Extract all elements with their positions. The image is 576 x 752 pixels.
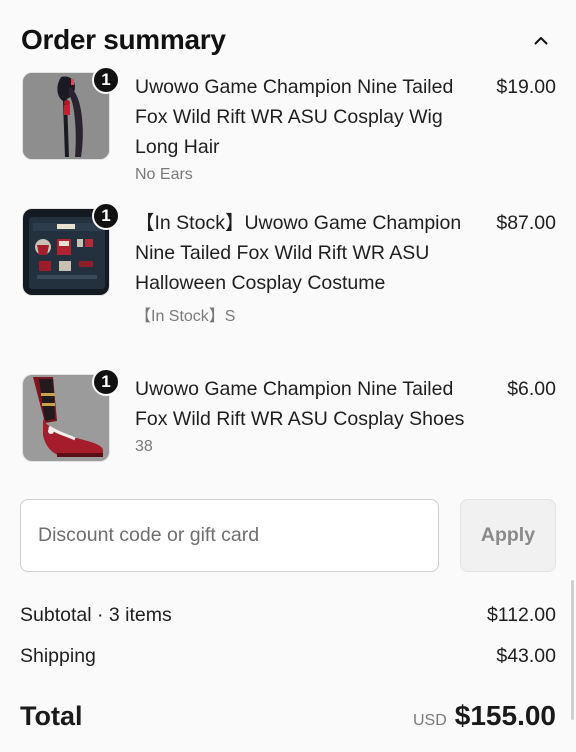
shipping-label: Shipping bbox=[20, 645, 96, 667]
total-value: $155.00 bbox=[454, 700, 556, 731]
shipping-value: $43.00 bbox=[496, 645, 556, 667]
total-label: Total bbox=[20, 701, 83, 731]
item-title: Uwowo Game Champion Nine Tailed Fox Wild… bbox=[135, 76, 454, 158]
order-summary-header[interactable]: Order summary bbox=[21, 20, 556, 60]
product-thumbnail: 1 bbox=[22, 368, 120, 462]
list-item: 1 Uwowo Game Champion Nine Tailed Fox Wi… bbox=[22, 368, 556, 462]
discount-form: Apply bbox=[20, 499, 556, 572]
item-price: $87.00 bbox=[496, 212, 556, 234]
scrollbar[interactable] bbox=[571, 580, 574, 720]
product-thumbnail: 1 bbox=[22, 202, 120, 296]
discount-code-input[interactable] bbox=[20, 499, 439, 572]
quantity-badge: 1 bbox=[92, 66, 120, 94]
list-item: 1 【In Stock】Uwowo Game Champion Nine Tai… bbox=[22, 202, 556, 325]
item-info: Uwowo Game Champion Nine Tailed Fox Wild… bbox=[135, 374, 476, 456]
subtotal-row: Subtotal · 3 items $112.00 bbox=[20, 604, 556, 627]
item-title: Uwowo Game Champion Nine Tailed Fox Wild… bbox=[135, 378, 465, 430]
page-title: Order summary bbox=[21, 24, 226, 55]
subtotal-label: Subtotal · 3 items bbox=[20, 604, 172, 626]
quantity-badge: 1 bbox=[92, 202, 120, 230]
currency-code: USD bbox=[413, 712, 447, 729]
item-price: $6.00 bbox=[507, 378, 556, 400]
apply-button[interactable]: Apply bbox=[460, 499, 556, 572]
item-variant: No Ears bbox=[135, 166, 193, 183]
item-price: $19.00 bbox=[496, 76, 556, 98]
item-info: Uwowo Game Champion Nine Tailed Fox Wild… bbox=[135, 72, 476, 184]
total-row: Total USD $155.00 bbox=[20, 700, 556, 732]
item-variant: 38 bbox=[135, 438, 153, 455]
item-variant: 【In Stock】S bbox=[135, 308, 236, 325]
subtotal-value: $112.00 bbox=[486, 604, 556, 626]
shipping-row: Shipping $43.00 bbox=[20, 645, 556, 668]
item-title: 【In Stock】Uwowo Game Champion Nine Taile… bbox=[135, 212, 462, 294]
quantity-badge: 1 bbox=[92, 368, 120, 396]
list-item: 1 Uwowo Game Champion Nine Tailed Fox Wi… bbox=[22, 66, 556, 183]
total-amount: USD $155.00 bbox=[413, 700, 556, 732]
product-thumbnail: 1 bbox=[22, 66, 120, 160]
item-info: 【In Stock】Uwowo Game Champion Nine Taile… bbox=[135, 208, 476, 326]
chevron-up-icon[interactable] bbox=[532, 31, 550, 49]
